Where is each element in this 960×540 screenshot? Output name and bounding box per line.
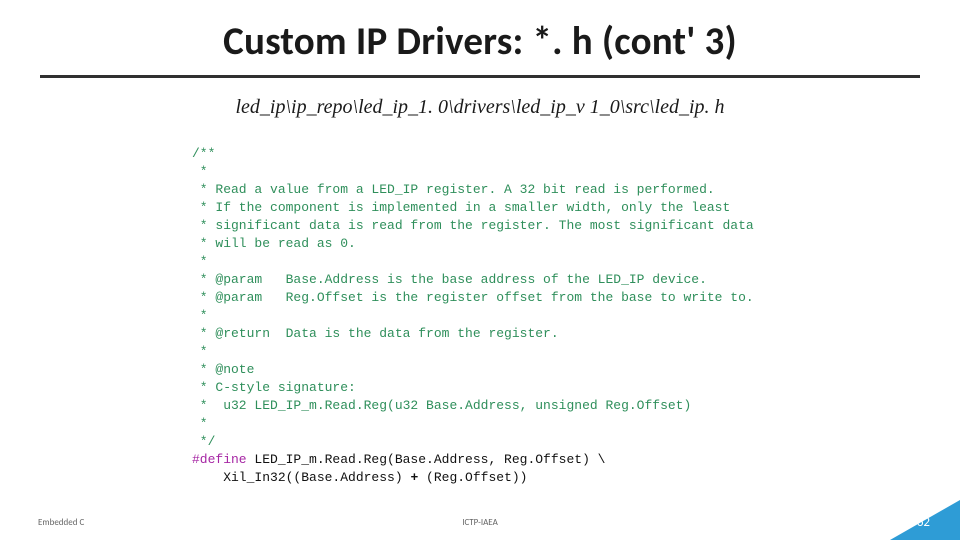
macro-body: Xil_In32((Base.Address) <box>192 470 410 485</box>
comment-line: * <box>192 254 208 269</box>
comment-line: * Read a value from a LED_IP register. A… <box>192 182 715 197</box>
footer-center: ICTP-IAEA <box>0 517 960 528</box>
comment-line: * u32 LED_IP_m.Read.Reg(u32 Base.Address… <box>192 398 691 413</box>
slide-footer: Embedded C ICTP-IAEA 62 <box>0 517 960 528</box>
macro-body: (Reg.Offset)) <box>418 470 527 485</box>
comment-line: * <box>192 416 208 431</box>
comment-line: * If the component is implemented in a s… <box>192 200 730 215</box>
comment-line: * @param Base.Address is the base addres… <box>192 272 707 287</box>
comment-line: * will be read as 0. <box>192 236 356 251</box>
comment-line: * @note <box>192 362 254 377</box>
comment-line: * @param Reg.Offset is the register offs… <box>192 290 754 305</box>
comment-line: /** <box>192 146 215 161</box>
comment-line: * <box>192 308 208 323</box>
file-path: led_ip\ip_repo\led_ip_1. 0\drivers\led_i… <box>0 96 960 119</box>
comment-line: * <box>192 164 208 179</box>
footer-left: Embedded C <box>38 517 84 528</box>
comment-line: * <box>192 344 208 359</box>
comment-line: * @return Data is the data from the regi… <box>192 326 559 341</box>
define-keyword: #define <box>192 452 247 467</box>
comment-line: * C-style signature: <box>192 380 356 395</box>
slide-title: Custom IP Drivers: *. h (cont' 3) <box>0 0 960 65</box>
title-underline <box>40 75 920 78</box>
page-number: 62 <box>917 515 930 530</box>
presentation-slide: Custom IP Drivers: *. h (cont' 3) led_ip… <box>0 0 960 540</box>
code-block: /** * * Read a value from a LED_IP regis… <box>192 145 960 487</box>
comment-line: * significant data is read from the regi… <box>192 218 754 233</box>
comment-line: */ <box>192 434 215 449</box>
define-macro: LED_IP_m.Read.Reg(Base.Address, Reg.Offs… <box>247 452 606 467</box>
